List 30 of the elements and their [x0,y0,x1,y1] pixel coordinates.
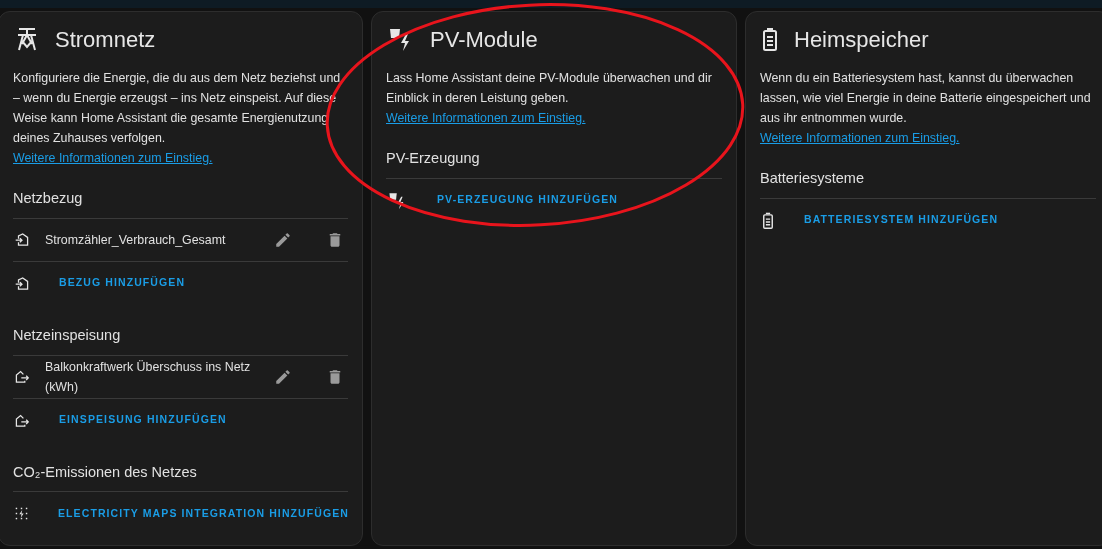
dotted-bolt-icon [15,507,28,521]
info-link[interactable]: Weitere Informationen zum Einstieg. [386,111,586,125]
card-description: Wenn du ein Batteriesystem hast, kannst du überwachen lassen, wie viel Energie in deine Batterie eingespeichert und aus ihr entnommen wurde. Weitere Informationen zum Einstieg. [760,70,1092,147]
entity-name: Balkonkraftwerk Überschuss ins Netz (kWh) [44,358,252,396]
info-link[interactable]: Weitere Informationen zum Einstieg. [760,131,960,145]
card-title: Stromnetz [55,25,156,54]
section-heading: Batteriesysteme [760,168,1096,199]
house-arrow-icon [15,276,29,290]
battery-icon [762,27,778,51]
add-button[interactable]: EINSPEISUNG HINZUFÜGEN [55,408,231,432]
info-link[interactable]: Weitere Informationen zum Einstieg. [13,151,213,165]
house-arrow-icon [15,233,29,247]
tower-icon [15,26,39,52]
house-arrow-icon [15,370,29,383]
add-button[interactable]: ELECTRICITY MAPS INTEGRATION HINZUFÜGEN [54,501,353,526]
battery-icon [762,211,774,229]
card-description: Lass Home Assistant deine PV-Module überwachen und dir Einblick in deren Leistung geben. Weitere Informationen zum Einstieg. [386,70,713,127]
card-title: Heimspeicher [794,25,929,54]
section-heading: CO₂-Emissionen des Netzes [13,461,348,493]
pencil-icon [274,367,292,386]
section-heading: Netzbezug [13,188,348,219]
section-heading: Netzeinspeisung [13,324,348,356]
pencil-icon [274,230,292,249]
add-button[interactable]: BEZUG HINZUFÜGEN [55,271,190,296]
entity-name: Stromzähler_Verbrauch_Gesamt [44,231,227,249]
add-button[interactable]: PV-ERZEUGUNG HINZUFÜGEN [433,188,623,213]
add-button[interactable]: BATTERIESYSTEM HINZUFÜGEN [800,208,1003,233]
card-title: PV-Module [430,25,538,54]
house-arrow-icon [15,413,29,427]
section-heading: PV-Erzeugung [386,148,722,179]
